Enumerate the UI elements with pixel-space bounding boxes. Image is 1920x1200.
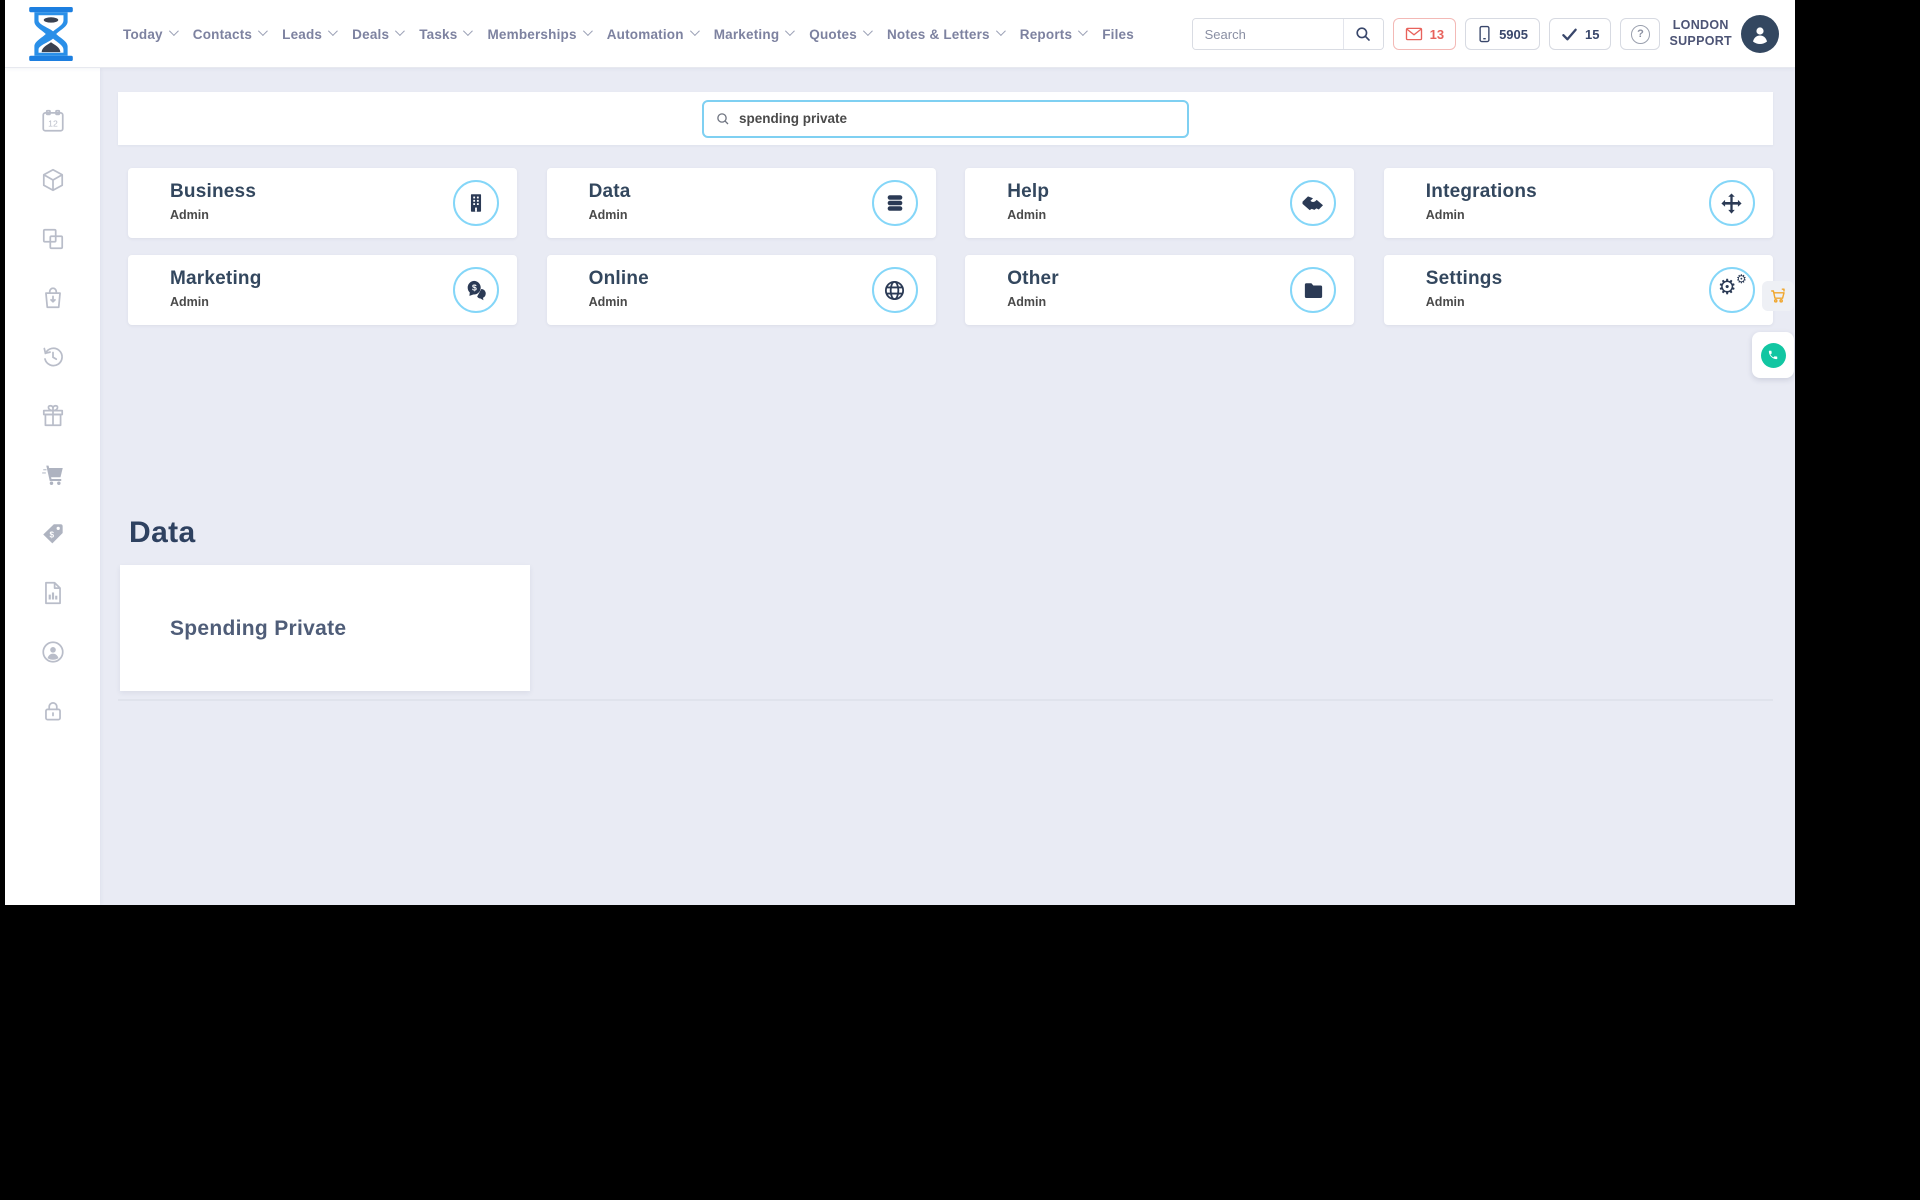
move-arrows-icon <box>1708 180 1755 226</box>
nav-item-files[interactable]: Files <box>1102 27 1134 42</box>
phone-chat-fab-button[interactable] <box>1752 332 1794 378</box>
topbar-right-cluster: 13 5905 15 ? LONDON SU <box>1191 0 1779 68</box>
card-data[interactable]: Data Admin <box>546 168 936 238</box>
building-icon <box>453 180 499 226</box>
hourglass-logo[interactable] <box>27 7 75 61</box>
cart-icon[interactable] <box>40 462 66 488</box>
money-chat-icon: $ <box>453 267 499 313</box>
section-divider <box>118 699 1773 701</box>
nav-item-tasks[interactable]: Tasks <box>419 26 474 42</box>
search-button[interactable] <box>1342 19 1383 49</box>
card-online[interactable]: Online Admin <box>546 255 936 325</box>
module-search-band <box>118 92 1773 145</box>
nav-item-quotes[interactable]: Quotes <box>809 26 873 42</box>
report-icon[interactable] <box>40 580 66 606</box>
nav-item-reports[interactable]: Reports <box>1020 26 1089 42</box>
chevron-down-icon <box>258 26 268 37</box>
folder-icon <box>1290 267 1337 313</box>
lock-icon[interactable] <box>40 698 66 724</box>
nav-item-marketing[interactable]: Marketing <box>714 26 796 42</box>
nav-item-contacts[interactable]: Contacts <box>193 26 268 42</box>
chevron-down-icon <box>582 26 593 37</box>
chevron-down-icon <box>1078 26 1089 37</box>
phone-badge[interactable]: 5905 <box>1465 18 1540 50</box>
account-name: LONDON SUPPORT <box>1669 18 1732 48</box>
nav-item-memberships[interactable]: Memberships <box>487 26 593 42</box>
search-icon <box>1356 27 1370 41</box>
help-button[interactable]: ? <box>1620 18 1661 50</box>
handshake-icon <box>1290 180 1337 226</box>
module-search-input[interactable] <box>739 111 1176 126</box>
gears-icon: ⚙ ⚙ <box>1708 267 1755 313</box>
card-help[interactable]: Help Admin <box>965 168 1355 238</box>
chevron-down-icon <box>995 26 1006 37</box>
chevron-down-icon <box>463 26 474 37</box>
svg-text:$: $ <box>471 282 476 292</box>
nav-item-deals[interactable]: Deals <box>352 26 406 42</box>
shopping-bag-icon[interactable] <box>40 285 66 311</box>
task-count: 15 <box>1585 26 1600 42</box>
left-sidebar: 12 $ <box>5 68 100 905</box>
nav-item-automation[interactable]: Automation <box>607 26 700 42</box>
tasks-badge[interactable]: 15 <box>1549 18 1612 50</box>
user-circle-icon[interactable] <box>40 639 66 665</box>
cart-fab-button[interactable] <box>1762 281 1794 311</box>
card-business[interactable]: Business Admin <box>128 168 517 238</box>
phone-icon <box>1760 342 1786 368</box>
module-search-box <box>702 99 1189 138</box>
mail-icon <box>1405 27 1422 41</box>
globe-icon <box>871 267 918 313</box>
chevron-down-icon <box>328 26 339 37</box>
search-icon <box>717 112 729 124</box>
mail-badge[interactable]: 13 <box>1392 18 1457 50</box>
user-avatar[interactable] <box>1741 15 1779 53</box>
shopping-cart-icon <box>1771 288 1785 303</box>
check-icon <box>1562 28 1577 40</box>
chevron-down-icon <box>785 26 796 37</box>
card-other[interactable]: Other Admin <box>965 255 1355 325</box>
database-icon <box>871 180 918 226</box>
top-bar: Today Contacts Leads Deals Tasks Members… <box>5 0 1795 68</box>
main-nav: Today Contacts Leads Deals Tasks Members… <box>123 0 1134 68</box>
calendar-icon[interactable]: 12 <box>40 108 66 134</box>
nav-item-notes-letters[interactable]: Notes & Letters <box>887 26 1006 42</box>
admin-cards-grid: Business Admin Data Admin Help Admin Int… <box>128 168 1773 325</box>
chevron-down-icon <box>689 26 700 37</box>
search-result-item[interactable]: Spending Private <box>120 565 530 691</box>
chevron-down-icon <box>862 26 873 37</box>
chevron-down-icon <box>395 26 406 37</box>
nav-item-leads[interactable]: Leads <box>282 26 339 42</box>
nav-item-today[interactable]: Today <box>123 26 179 42</box>
card-settings[interactable]: Settings Admin ⚙ ⚙ <box>1383 255 1773 325</box>
global-search <box>1191 18 1384 50</box>
mail-count: 13 <box>1429 26 1445 42</box>
card-marketing[interactable]: Marketing Admin $ <box>128 255 517 325</box>
section-heading: Data <box>129 516 196 549</box>
history-icon[interactable] <box>40 344 66 370</box>
mobile-phone-icon <box>1479 25 1490 43</box>
svg-text:12: 12 <box>48 118 58 128</box>
cube-icon[interactable] <box>40 167 66 193</box>
person-icon <box>1753 27 1767 45</box>
question-icon: ? <box>1630 24 1650 44</box>
phone-extension: 5905 <box>1499 26 1528 42</box>
gift-icon[interactable] <box>40 403 66 429</box>
chevron-down-icon <box>168 26 179 37</box>
card-integrations[interactable]: Integrations Admin <box>1383 168 1773 238</box>
price-tag-icon[interactable]: $ <box>40 521 66 547</box>
copy-icon[interactable] <box>40 226 66 252</box>
svg-text:$: $ <box>49 531 54 540</box>
global-search-input[interactable] <box>1192 19 1343 49</box>
app-window: Today Contacts Leads Deals Tasks Members… <box>5 0 1795 905</box>
